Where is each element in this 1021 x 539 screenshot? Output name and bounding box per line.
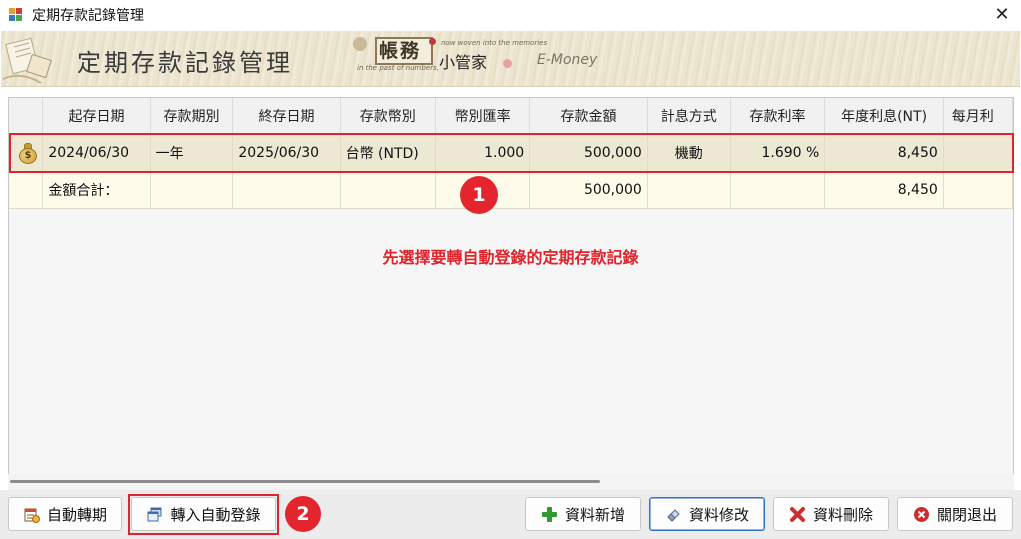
auto-rollover-label: 自動轉期 — [46, 505, 107, 524]
cell-start-date[interactable]: 2024/06/30 — [42, 134, 151, 172]
header-row: 起存日期 存款期別 終存日期 存款幣別 幣別匯率 存款金額 計息方式 存款利率 … — [9, 98, 1013, 135]
title-bar: 定期存款記錄管理 ✕ — [0, 0, 1021, 30]
column-header[interactable]: 幣別匯率 — [435, 98, 531, 135]
cell-interest-rate[interactable]: 1.690 % — [730, 134, 826, 172]
close-exit-button[interactable]: 關閉退出 — [897, 497, 1013, 531]
close-icon[interactable]: ✕ — [989, 2, 1015, 28]
step-2-badge: 2 — [285, 496, 321, 532]
cell-fx-rate[interactable]: 1.000 — [435, 134, 531, 172]
banner-title: 定期存款記錄管理 — [77, 49, 293, 77]
cell-amount[interactable]: 500,000 — [529, 134, 648, 172]
total-annual-interest: 8,450 — [824, 171, 944, 209]
brand-en: E-Money — [537, 52, 598, 68]
plus-icon — [541, 506, 557, 522]
deposit-table: 起存日期 存款期別 終存日期 存款幣別 幣別匯率 存款金額 計息方式 存款利率 … — [9, 98, 1013, 209]
horizontal-scrollbar[interactable] — [8, 474, 1014, 490]
heart-icon — [503, 59, 512, 68]
row-header-corner — [9, 98, 44, 135]
window-title: 定期存款記錄管理 — [32, 8, 144, 24]
empty-cell — [730, 171, 826, 209]
instruction-text: 先選擇要轉自動登錄的定期存款記錄 — [382, 248, 639, 267]
delete-x-icon — [789, 506, 805, 522]
empty-cell — [943, 171, 1013, 209]
column-header[interactable]: 存款期別 — [150, 98, 234, 135]
bird-icon — [353, 37, 367, 51]
deposit-grid[interactable]: 起存日期 存款期別 終存日期 存款幣別 幣別匯率 存款金額 計息方式 存款利率 … — [8, 97, 1014, 490]
column-header[interactable]: 年度利息(NT) — [824, 98, 944, 135]
transfer-auto-entry-button[interactable]: 轉入自動登錄 — [131, 497, 276, 531]
brand-sub: 小管家 — [439, 53, 488, 72]
cell-currency[interactable]: 台幣 (NTD) — [340, 134, 437, 172]
total-row: 金額合計： 500,000 8,450 — [9, 171, 1013, 209]
cell-interest-type[interactable]: 機動 — [647, 134, 731, 172]
row-header[interactable]: $ — [9, 134, 44, 172]
cell-end-date[interactable]: 2025/06/30 — [232, 134, 341, 172]
close-circle-icon — [913, 506, 929, 522]
delete-record-label: 資料刪除 — [812, 505, 873, 524]
empty-cell — [150, 171, 234, 209]
logo-dot — [429, 38, 436, 45]
close-exit-label: 關閉退出 — [936, 505, 997, 524]
column-header[interactable]: 計息方式 — [647, 98, 731, 135]
cell-term[interactable]: 一年 — [150, 134, 234, 172]
brand-main: 帳務 — [379, 40, 422, 62]
column-header[interactable]: 起存日期 — [42, 98, 151, 135]
windows-stack-icon — [147, 507, 162, 521]
table-row[interactable]: $ 2024/06/30 一年 2025/06/30 台幣 (NTD) 1.00… — [9, 134, 1013, 172]
calendar-icon — [24, 508, 40, 523]
cell-monthly-interest[interactable] — [943, 134, 1013, 172]
add-record-label: 資料新增 — [564, 505, 625, 524]
add-record-button[interactable]: 資料新增 — [525, 497, 641, 531]
cell-annual-interest[interactable]: 8,450 — [824, 134, 944, 172]
edit-record-label: 資料修改 — [688, 505, 749, 524]
column-header[interactable]: 每月利 — [943, 98, 1013, 135]
brand-logo: 帳務 now woven into the memories in the pa… — [353, 33, 613, 85]
empty-cell — [647, 171, 731, 209]
scrollbar-thumb[interactable] — [10, 480, 600, 483]
delete-record-button[interactable]: 資料刪除 — [773, 497, 889, 531]
empty-cell — [232, 171, 341, 209]
total-label: 金額合計： — [42, 171, 151, 209]
edit-record-button[interactable]: 資料修改 — [649, 497, 765, 531]
empty-cell — [340, 171, 437, 209]
column-header[interactable]: 存款幣別 — [340, 98, 437, 135]
column-header[interactable]: 終存日期 — [232, 98, 341, 135]
total-amount: 500,000 — [529, 171, 648, 209]
column-header[interactable]: 存款金額 — [529, 98, 648, 135]
document-art-icon — [2, 37, 52, 84]
money-bag-icon: $ — [19, 142, 37, 164]
row-header — [9, 171, 44, 209]
header-banner: 定期存款記錄管理 帳務 now woven into the memories … — [1, 31, 1020, 87]
transfer-auto-entry-label: 轉入自動登錄 — [170, 505, 261, 524]
app-icon — [9, 8, 23, 22]
eraser-icon — [667, 508, 680, 522]
auto-rollover-button[interactable]: 自動轉期 — [8, 497, 122, 531]
brand-tagline-bottom: in the past of numbers, — [357, 64, 439, 72]
brand-tagline-top: now woven into the memories — [441, 39, 548, 47]
column-header[interactable]: 存款利率 — [730, 98, 826, 135]
step-1-badge: 1 — [460, 176, 498, 214]
